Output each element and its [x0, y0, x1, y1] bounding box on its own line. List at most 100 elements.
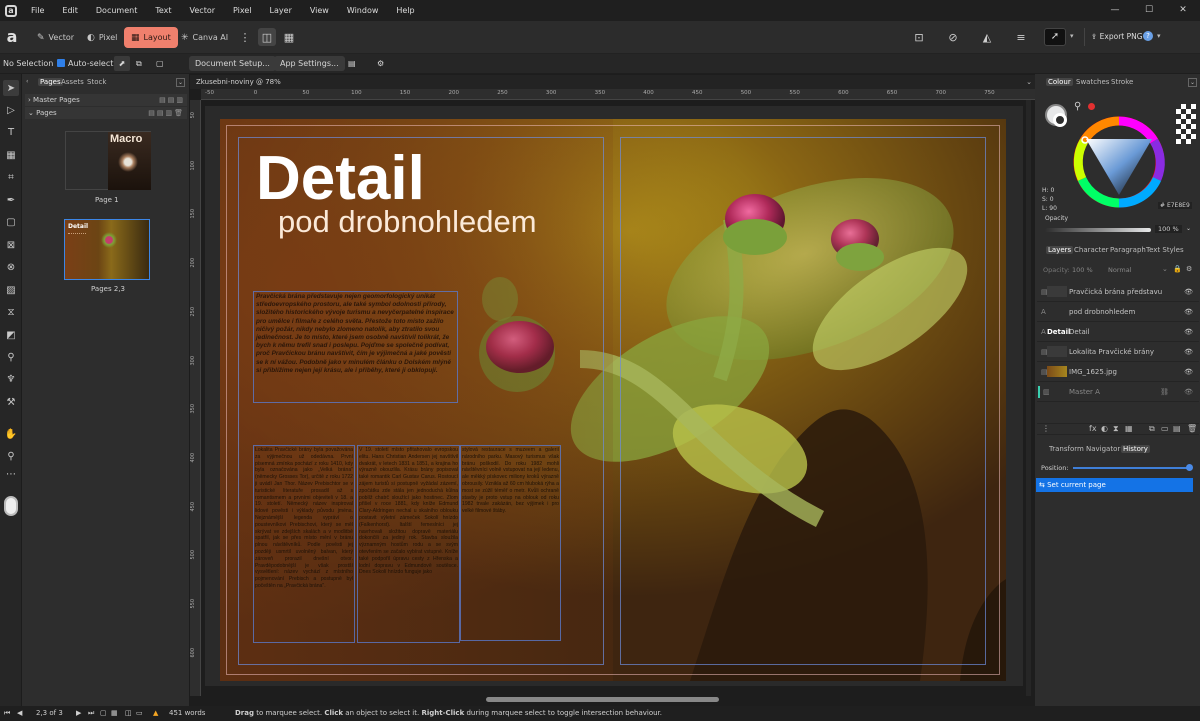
- hand-tool-icon[interactable]: ✋: [3, 426, 19, 442]
- opacity-field[interactable]: 100 %: [1155, 225, 1182, 233]
- tab-stroke[interactable]: Stroke: [1111, 78, 1133, 86]
- menu-view[interactable]: View: [301, 0, 338, 21]
- ellipse-frame-tool-icon[interactable]: ⊗: [3, 259, 19, 275]
- paint-tool-icon[interactable]: ⚒: [3, 394, 19, 410]
- doc-options-icon[interactable]: ▤: [348, 56, 356, 71]
- filter-icon[interactable]: ▦: [1125, 424, 1133, 433]
- headline-text[interactable]: Detail: [256, 147, 425, 211]
- colour-wheel[interactable]: [1072, 115, 1166, 209]
- first-page-icon[interactable]: ⏮: [4, 706, 10, 721]
- history-entry[interactable]: ⇆ Set current page: [1036, 478, 1193, 492]
- menu-document[interactable]: Document: [87, 0, 146, 21]
- folder-icon[interactable]: ▭: [1161, 424, 1169, 433]
- tab-history[interactable]: History: [1121, 445, 1150, 453]
- autoselect-mode-icon[interactable]: ⬈: [114, 56, 130, 71]
- minimize-button[interactable]: —: [1098, 0, 1132, 21]
- link-icon[interactable]: ⛓: [1160, 382, 1169, 402]
- layer-row[interactable]: Apod drobnohledem 👁: [1037, 302, 1199, 322]
- document-setup-button[interactable]: Document Setup...: [189, 56, 276, 71]
- transform-icon[interactable]: ⊘: [944, 28, 962, 46]
- colour-presets-icon[interactable]: [1176, 104, 1196, 144]
- layer-row[interactable]: ▤ IMG_1625.jpg 👁: [1037, 362, 1199, 382]
- page23-thumbnail[interactable]: Detail: [64, 219, 150, 280]
- menu-file[interactable]: File: [22, 0, 53, 21]
- persona-pixel-button[interactable]: ◐ Pixel: [80, 27, 124, 48]
- preflight-warning-icon[interactable]: ▲: [153, 706, 158, 721]
- fx-icon[interactable]: fx: [1089, 424, 1097, 433]
- master-pages-actions-icon[interactable]: ▤▤▥: [159, 94, 185, 106]
- tab-stock[interactable]: Stock: [87, 78, 106, 86]
- tab-text-styles[interactable]: Text Styles: [1146, 246, 1184, 254]
- flip-icon[interactable]: ◭: [978, 28, 996, 46]
- group-icon[interactable]: ▤: [1173, 424, 1181, 433]
- blend-mode-select[interactable]: Normal: [1108, 266, 1132, 274]
- tab-transform[interactable]: Transform: [1049, 445, 1084, 453]
- left-ruler[interactable]: 50 100 150 200 250 300 350 400 450 500 550 600: [190, 100, 201, 696]
- layer-row[interactable]: ▤ Pravčická brána představu 👁: [1037, 282, 1199, 302]
- view-mode-icon[interactable]: ◫: [258, 28, 276, 46]
- tab-paragraph[interactable]: Paragraph: [1110, 246, 1146, 254]
- opacity-slider[interactable]: [1045, 228, 1151, 232]
- hex-field[interactable]: # E7E8E9: [1158, 202, 1192, 209]
- app-settings-button[interactable]: App Settings...: [274, 56, 345, 71]
- chevron-down-icon[interactable]: ▾: [1070, 32, 1074, 40]
- visibility-eye-icon[interactable]: 👁: [1184, 322, 1193, 342]
- tab-colour[interactable]: Colour: [1046, 78, 1073, 86]
- menu-edit[interactable]: Edit: [53, 0, 87, 21]
- page-select-icon[interactable]: ▢: [156, 56, 164, 71]
- page-spread[interactable]: Detail pod drobnohledem Pravčická brána …: [220, 119, 1006, 681]
- tab-pages[interactable]: Pages: [38, 78, 63, 86]
- layer-row[interactable]: ▤ Lokalita Pravčické brány 👁: [1037, 342, 1199, 362]
- pages-actions-icon[interactable]: ▤▤▥🗑: [148, 107, 185, 119]
- record-color-icon[interactable]: [1088, 103, 1095, 110]
- trash-icon[interactable]: 🗑: [1187, 424, 1197, 433]
- blend-chevron-icon[interactable]: ⌄: [1162, 265, 1168, 273]
- maximize-button[interactable]: ☐: [1132, 0, 1166, 21]
- group-select-icon[interactable]: ⧉: [136, 56, 142, 71]
- grid-icon[interactable]: ▦: [280, 28, 298, 46]
- place-image-tool-icon[interactable]: ▨: [3, 282, 19, 298]
- more-tools-icon[interactable]: ⋯: [3, 466, 19, 482]
- collapse-chevron-icon[interactable]: ‹: [26, 78, 34, 86]
- eyedropper-tool-icon[interactable]: ⚲: [3, 349, 19, 365]
- history-slider[interactable]: [1073, 467, 1190, 469]
- autoselect-checkbox[interactable]: [57, 59, 65, 67]
- menu-pixel[interactable]: Pixel: [224, 0, 261, 21]
- menu-help[interactable]: Help: [387, 0, 423, 21]
- vertical-scrollbar[interactable]: [1026, 100, 1031, 696]
- zoom-tool-icon[interactable]: ⚲: [3, 448, 19, 464]
- gear-icon[interactable]: ⚙: [377, 56, 384, 71]
- previous-page-icon[interactable]: ◀: [17, 706, 22, 721]
- picture-frame-tool-icon[interactable]: ⊠: [3, 237, 19, 253]
- tab-character[interactable]: Character: [1074, 246, 1109, 254]
- document-tab[interactable]: Zkusebni-noviny @ 78% ⌄: [190, 75, 1035, 89]
- preview-icon[interactable]: ◫: [125, 706, 132, 721]
- colour-panel-menu-icon[interactable]: ⌄: [1188, 78, 1197, 87]
- color-swatch-icon[interactable]: [4, 496, 18, 516]
- stroke-color-swatch[interactable]: [1053, 113, 1067, 127]
- layers-menu-icon[interactable]: ⋮: [1042, 424, 1050, 433]
- top-ruler[interactable]: -50 0 50 100 150 200 250 300 350 400 450 500 550 600 6…: [201, 89, 1035, 100]
- crop-tool-icon[interactable]: ⌗: [3, 169, 19, 185]
- menu-window[interactable]: Window: [338, 0, 388, 21]
- lead-paragraph[interactable]: Pravčická brána představuje nejen geomor…: [253, 291, 458, 403]
- eyedropper-icon[interactable]: ⚲: [1074, 101, 1081, 112]
- tab-swatches[interactable]: Swatches: [1076, 78, 1109, 86]
- help-icon[interactable]: ?: [1143, 31, 1153, 41]
- text-frame-tool-icon[interactable]: T: [3, 124, 19, 140]
- page1-thumbnail[interactable]: Macro: [65, 131, 151, 190]
- spread-view-icon[interactable]: ▢: [100, 706, 107, 721]
- brush-tool-icon[interactable]: ♆: [3, 371, 19, 387]
- visibility-eye-icon[interactable]: 👁: [1184, 342, 1193, 362]
- panel-menu-chevron-icon[interactable]: ⌄: [176, 78, 185, 87]
- visibility-eye-icon[interactable]: 👁: [1184, 362, 1193, 382]
- add-layer-icon[interactable]: ⧉: [1149, 424, 1155, 434]
- tab-layers[interactable]: Layers: [1046, 246, 1074, 254]
- align-icon[interactable]: ≡: [1012, 28, 1030, 46]
- opacity-chevron-icon[interactable]: ⌄: [1186, 225, 1191, 232]
- snapping-icon[interactable]: ⋮: [236, 28, 254, 46]
- last-page-icon[interactable]: ⏭: [88, 706, 94, 721]
- persona-layout-button[interactable]: ▦ Layout: [124, 27, 178, 48]
- text-column-1[interactable]: Lokalita Pravčické brány byla považována…: [253, 445, 355, 643]
- subheadline-text[interactable]: pod drobnohledem: [278, 205, 537, 239]
